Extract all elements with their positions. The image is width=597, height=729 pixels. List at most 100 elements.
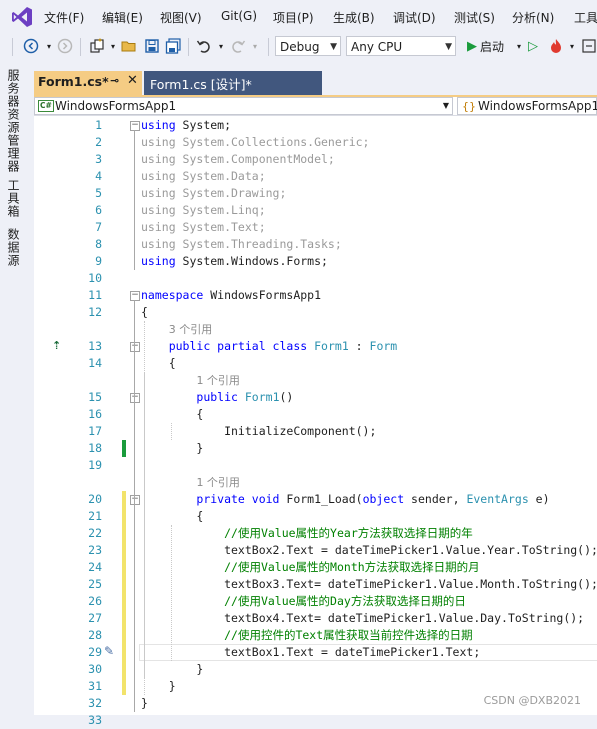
code-editor[interactable]: 1 using System; 2 using System.Collections.…: [34, 116, 597, 727]
line-number: 5: [95, 186, 102, 200]
toolbar-separator: [80, 38, 81, 56]
line-number: 32: [88, 696, 102, 710]
menu-file[interactable]: 文件(F): [44, 9, 84, 26]
line-number: 31: [88, 679, 102, 693]
solution-platform-select[interactable]: Any CPU ▼: [346, 36, 456, 56]
code-text: {: [141, 356, 176, 370]
menu-tools[interactable]: 工具: [574, 9, 597, 26]
codelens-hint[interactable]: 1 个引用: [34, 474, 597, 491]
code-text: using System.ComponentModel;: [141, 152, 335, 166]
menu-project[interactable]: 项目(P): [273, 9, 314, 26]
class-dropdown-value: WindowsFormsApp1: [478, 99, 597, 113]
collapse-toggle-icon[interactable]: −: [130, 291, 140, 301]
line-number: 25: [88, 577, 102, 591]
pin-icon[interactable]: ⊸: [110, 74, 119, 87]
line-number: 16: [88, 407, 102, 421]
menu-debug[interactable]: 调试(D): [393, 9, 436, 26]
server-explorer-tab[interactable]: 服务器资源管理器: [6, 69, 22, 173]
code-text: {: [141, 509, 204, 523]
save-all-icon[interactable]: [164, 37, 182, 55]
project-dropdown-value: WindowsFormsApp1: [55, 99, 177, 113]
undo-icon[interactable]: [195, 37, 213, 55]
code-line: 6 using System.Linq;: [34, 202, 597, 219]
menu-edit[interactable]: 编辑(E): [102, 9, 143, 26]
class-dropdown[interactable]: {} WindowsFormsApp1: [457, 97, 597, 115]
project-dropdown[interactable]: C# WindowsFormsApp1 ▼: [34, 97, 453, 115]
document-tab-strip: Form1.cs* ⊸ ✕ Form1.cs [设计]*: [34, 71, 597, 95]
close-icon[interactable]: ✕: [127, 73, 138, 88]
codelens-hint[interactable]: 1 个引用: [34, 372, 597, 389]
open-folder-icon[interactable]: [120, 37, 138, 55]
code-text: }: [141, 679, 176, 693]
toolbox-tab[interactable]: 工具箱: [6, 179, 22, 218]
line-number: 15: [88, 390, 102, 404]
navigate-forward-icon[interactable]: [56, 37, 74, 55]
quick-actions-brush-icon[interactable]: ✎: [104, 644, 114, 658]
code-line: 30 }: [34, 661, 597, 678]
line-number: 30: [88, 662, 102, 676]
start-without-debugging-icon[interactable]: ▷: [524, 37, 542, 55]
code-line: 26 //使用Value属性的Day方法获取选择日期的日: [34, 593, 597, 610]
code-line: 10: [34, 270, 597, 287]
code-text: //使用Value属性的Day方法获取选择日期的日: [224, 594, 466, 608]
menu-test[interactable]: 测试(S): [454, 9, 495, 26]
outline-line: [134, 130, 135, 270]
navigate-back-icon[interactable]: [22, 37, 40, 55]
namespace-icon: {}: [462, 100, 476, 113]
code-text: InitializeComponent();: [141, 424, 377, 438]
chevron-down-icon: ▼: [442, 101, 449, 110]
line-number: 13: [88, 339, 102, 353]
collapse-toggle-icon[interactable]: −: [130, 495, 140, 505]
redo-icon[interactable]: [229, 37, 247, 55]
line-number: 12: [88, 305, 102, 319]
menu-view[interactable]: 视图(V): [160, 9, 202, 26]
code-text: textBox3.Text= dateTimePicker1.Value.Mon…: [141, 577, 597, 591]
collapse-toggle-icon[interactable]: −: [130, 342, 140, 352]
menu-analyze[interactable]: 分析(N): [512, 9, 554, 26]
implementation-glyph-icon[interactable]: ⇡: [52, 339, 61, 352]
code-line: 17 InitializeComponent();: [34, 423, 597, 440]
line-number: 17: [88, 424, 102, 438]
collapse-toggle-icon[interactable]: −: [130, 393, 140, 403]
save-icon[interactable]: [143, 37, 161, 55]
reference-count[interactable]: 1 个引用: [196, 474, 240, 491]
code-text: namespace WindowsFormsApp1: [141, 288, 322, 302]
indent-guide: [171, 525, 173, 661]
start-button-label[interactable]: 启动: [480, 37, 512, 55]
code-line: 27 textBox4.Text= dateTimePicker1.Value.…: [34, 610, 597, 627]
menu-git[interactable]: Git(G): [221, 9, 257, 23]
collapse-toggle-icon[interactable]: −: [130, 121, 140, 131]
tab-title: Form1.cs [设计]*: [150, 77, 252, 92]
code-line: 23 textBox2.Text = dateTimePicker1.Value…: [34, 542, 597, 559]
visual-studio-logo-icon[interactable]: [10, 5, 34, 29]
chevron-down-icon[interactable]: ▾: [563, 37, 581, 55]
solution-configuration-select[interactable]: Debug ▼: [275, 36, 341, 56]
tab-form1-designer[interactable]: Form1.cs [设计]*: [144, 71, 322, 95]
data-sources-tab[interactable]: 数据源: [6, 228, 22, 267]
start-debugging-icon[interactable]: ▶: [463, 37, 481, 55]
codelens-hint[interactable]: 3 个引用: [34, 321, 597, 338]
line-number: 20: [88, 492, 102, 506]
chevron-down-icon[interactable]: ▾: [246, 37, 264, 55]
csharp-icon: C#: [38, 100, 54, 112]
toolbar-separator: [188, 38, 189, 56]
code-line: 24 //使用Value属性的Month方法获取选择日期的月: [34, 559, 597, 576]
reference-count[interactable]: 1 个引用: [196, 372, 240, 389]
code-line: 12 {: [34, 304, 597, 321]
tab-title: Form1.cs*: [38, 74, 109, 89]
browser-link-icon[interactable]: [580, 37, 597, 55]
code-text: public partial class Form1 : Form: [168, 339, 398, 353]
toolbar-gripper: [12, 38, 13, 56]
line-number: 21: [88, 509, 102, 523]
code-text: using System.Threading.Tasks;: [141, 237, 342, 251]
reference-count[interactable]: 3 个引用: [169, 321, 213, 338]
menu-build[interactable]: 生成(B): [333, 9, 375, 26]
unsaved-change-indicator: [122, 491, 126, 695]
tab-form1-code[interactable]: Form1.cs* ⊸ ✕: [34, 71, 142, 95]
code-line: 15 public Form1(): [34, 389, 597, 406]
code-text: {: [141, 305, 148, 319]
chevron-down-icon[interactable]: ▾: [212, 37, 230, 55]
code-line: 31 }: [34, 678, 597, 695]
code-text: }: [141, 441, 204, 455]
code-text: textBox2.Text = dateTimePicker1.Value.Ye…: [141, 543, 597, 557]
